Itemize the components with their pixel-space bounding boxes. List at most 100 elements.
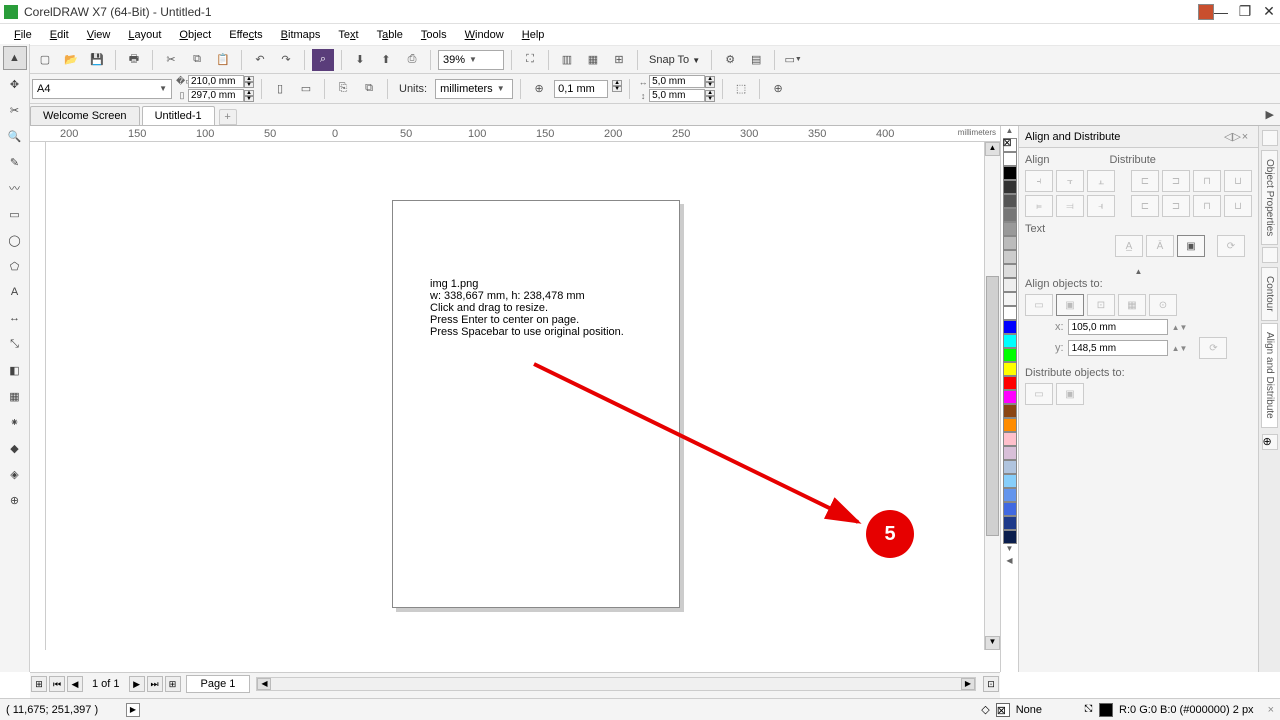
fill-indicator-icon[interactable]: ◇ — [981, 703, 989, 716]
menu-edit[interactable]: Edit — [42, 27, 77, 43]
scroll-up-button[interactable]: ▲ — [985, 142, 1000, 156]
align-to-page-center-button[interactable]: ⊡ — [1087, 294, 1115, 316]
align-y-input[interactable] — [1068, 340, 1168, 356]
app-launcher-button[interactable]: ▤ — [745, 49, 767, 71]
cut-button[interactable]: ✂ — [160, 49, 182, 71]
palette-scroll-down[interactable]: ▼ — [1003, 544, 1017, 556]
color-swatch[interactable] — [1003, 194, 1017, 208]
color-swatch[interactable] — [1003, 306, 1017, 320]
landscape-button[interactable]: ▭ — [295, 78, 317, 100]
menu-layout[interactable]: Layout — [120, 27, 169, 43]
save-button[interactable]: 💾 — [86, 49, 108, 71]
vertical-ruler[interactable] — [30, 142, 46, 650]
page-prev-button[interactable]: ◀ — [67, 676, 83, 692]
polygon-tool[interactable]: ⬠ — [3, 254, 27, 278]
page-last-button[interactable]: ⏭ — [147, 676, 163, 692]
color-swatch[interactable] — [1003, 446, 1017, 460]
menu-bitmaps[interactable]: Bitmaps — [273, 27, 329, 43]
text-baseline-button[interactable]: A̲ — [1115, 235, 1143, 257]
record-macro-button[interactable]: ▶ — [126, 703, 140, 717]
outline-color-swatch[interactable] — [1099, 703, 1113, 717]
all-pages-button[interactable]: ⧉ — [358, 78, 380, 100]
options-button[interactable]: ⚙ — [719, 49, 741, 71]
portrait-button[interactable]: ▯ — [269, 78, 291, 100]
dist-right-button[interactable]: ⊔ — [1224, 170, 1252, 192]
drop-shadow-tool[interactable]: ◧ — [3, 358, 27, 382]
parallel-dim-tool[interactable]: ↔ — [3, 306, 27, 330]
dist-to-page-button[interactable]: ▣ — [1056, 383, 1084, 405]
color-swatch[interactable] — [1003, 208, 1017, 222]
dist-center-v-button[interactable]: ⊐ — [1162, 195, 1190, 217]
hscroll-left-button[interactable]: ◀ — [257, 678, 271, 690]
window-dropdown-button[interactable]: ▭▼ — [782, 49, 804, 71]
fill-none-swatch[interactable]: ⊠ — [996, 703, 1010, 717]
outline-indicator-icon[interactable]: ⛞ — [1084, 703, 1093, 717]
horizontal-ruler[interactable]: 200 150 100 50 0 50 100 150 200 250 300 … — [30, 126, 1000, 142]
align-bottom-button[interactable]: ⫣ — [1087, 195, 1115, 217]
color-swatch[interactable] — [1003, 180, 1017, 194]
menu-view[interactable]: View — [79, 27, 119, 43]
new-button[interactable]: ▢ — [34, 49, 56, 71]
color-swatch[interactable] — [1003, 292, 1017, 306]
minimize-button[interactable]: — — [1214, 5, 1228, 19]
docker-tab-icon-2[interactable] — [1262, 247, 1278, 263]
tab-untitled-1[interactable]: Untitled-1 — [142, 106, 215, 125]
color-swatch[interactable] — [1003, 264, 1017, 278]
pick-tool[interactable]: ▲ — [3, 46, 27, 70]
color-swatch[interactable] — [1003, 488, 1017, 502]
docker-add-button[interactable]: ⊕ — [1262, 434, 1278, 450]
text-tool[interactable]: A — [3, 280, 27, 304]
align-x-input[interactable] — [1068, 319, 1168, 335]
smart-fill-tool[interactable]: ◈ — [3, 462, 27, 486]
dist-center-h-button[interactable]: ⊐ — [1162, 170, 1190, 192]
drawing-canvas[interactable]: img 1.png w: 338,667 mm, h: 238,478 mm C… — [46, 142, 982, 650]
redo-button[interactable]: ↷ — [275, 49, 297, 71]
docker-collapse-icon[interactable]: ◁▷ — [1224, 130, 1238, 143]
menu-window[interactable]: Window — [457, 27, 512, 43]
crop-tool[interactable]: ✂ — [3, 98, 27, 122]
current-page-button[interactable]: ⎘ — [332, 78, 354, 100]
dist-top-button[interactable]: ⊏ — [1131, 195, 1159, 217]
horizontal-scrollbar[interactable]: ◀ ▶ — [256, 677, 976, 691]
color-swatch[interactable] — [1003, 390, 1017, 404]
color-swatch[interactable] — [1003, 320, 1017, 334]
dist-bottom-button[interactable]: ⊔ — [1224, 195, 1252, 217]
scroll-thumb[interactable] — [986, 276, 999, 536]
text-bounding-button[interactable]: ▣ — [1177, 235, 1205, 257]
show-guidelines-button[interactable]: ⊞ — [608, 49, 630, 71]
page-height-input[interactable] — [188, 89, 244, 102]
menu-effects[interactable]: Effects — [221, 27, 270, 43]
color-swatch[interactable] — [1003, 432, 1017, 446]
print-button[interactable]: 🖶 — [123, 49, 145, 71]
shape-tool[interactable]: ✥ — [3, 72, 27, 96]
align-to-page-edge-button[interactable]: ▣ — [1056, 294, 1084, 316]
align-refresh-button[interactable]: ⟳ — [1199, 337, 1227, 359]
search-content-button[interactable]: ⌕ — [312, 49, 334, 71]
menu-file[interactable]: File — [6, 27, 40, 43]
undo-button[interactable]: ↶ — [249, 49, 271, 71]
treat-as-filled-button[interactable]: ⬚ — [730, 78, 752, 100]
page-add-after-button[interactable]: ⊞ — [165, 676, 181, 692]
show-rulers-button[interactable]: ▥ — [556, 49, 578, 71]
color-swatch[interactable] — [1003, 418, 1017, 432]
page-next-button[interactable]: ▶ — [129, 676, 145, 692]
color-swatch[interactable] — [1003, 460, 1017, 474]
color-swatch[interactable] — [1003, 516, 1017, 530]
align-left-button[interactable]: ⫞ — [1025, 170, 1053, 192]
align-to-point-button[interactable]: ⊙ — [1149, 294, 1177, 316]
scroll-down-button[interactable]: ▼ — [985, 636, 1000, 650]
color-swatch[interactable] — [1003, 334, 1017, 348]
page-first-button[interactable]: ⏮ — [49, 676, 65, 692]
tab-overflow-icon[interactable]: ▶ — [1266, 108, 1274, 121]
menu-object[interactable]: Object — [171, 27, 219, 43]
color-swatch[interactable] — [1003, 250, 1017, 264]
menu-text[interactable]: Text — [330, 27, 366, 43]
dist-spacing-h-button[interactable]: ⊓ — [1193, 170, 1221, 192]
open-button[interactable]: 📂 — [60, 49, 82, 71]
show-grid-button[interactable]: ▦ — [582, 49, 604, 71]
new-tab-button[interactable]: + — [219, 109, 237, 125]
artistic-media-tool[interactable]: 〰 — [3, 176, 27, 200]
docker-tab-icon-1[interactable] — [1262, 130, 1278, 146]
user-account-icon[interactable] — [1198, 4, 1214, 20]
copy-button[interactable]: ⧉ — [186, 49, 208, 71]
